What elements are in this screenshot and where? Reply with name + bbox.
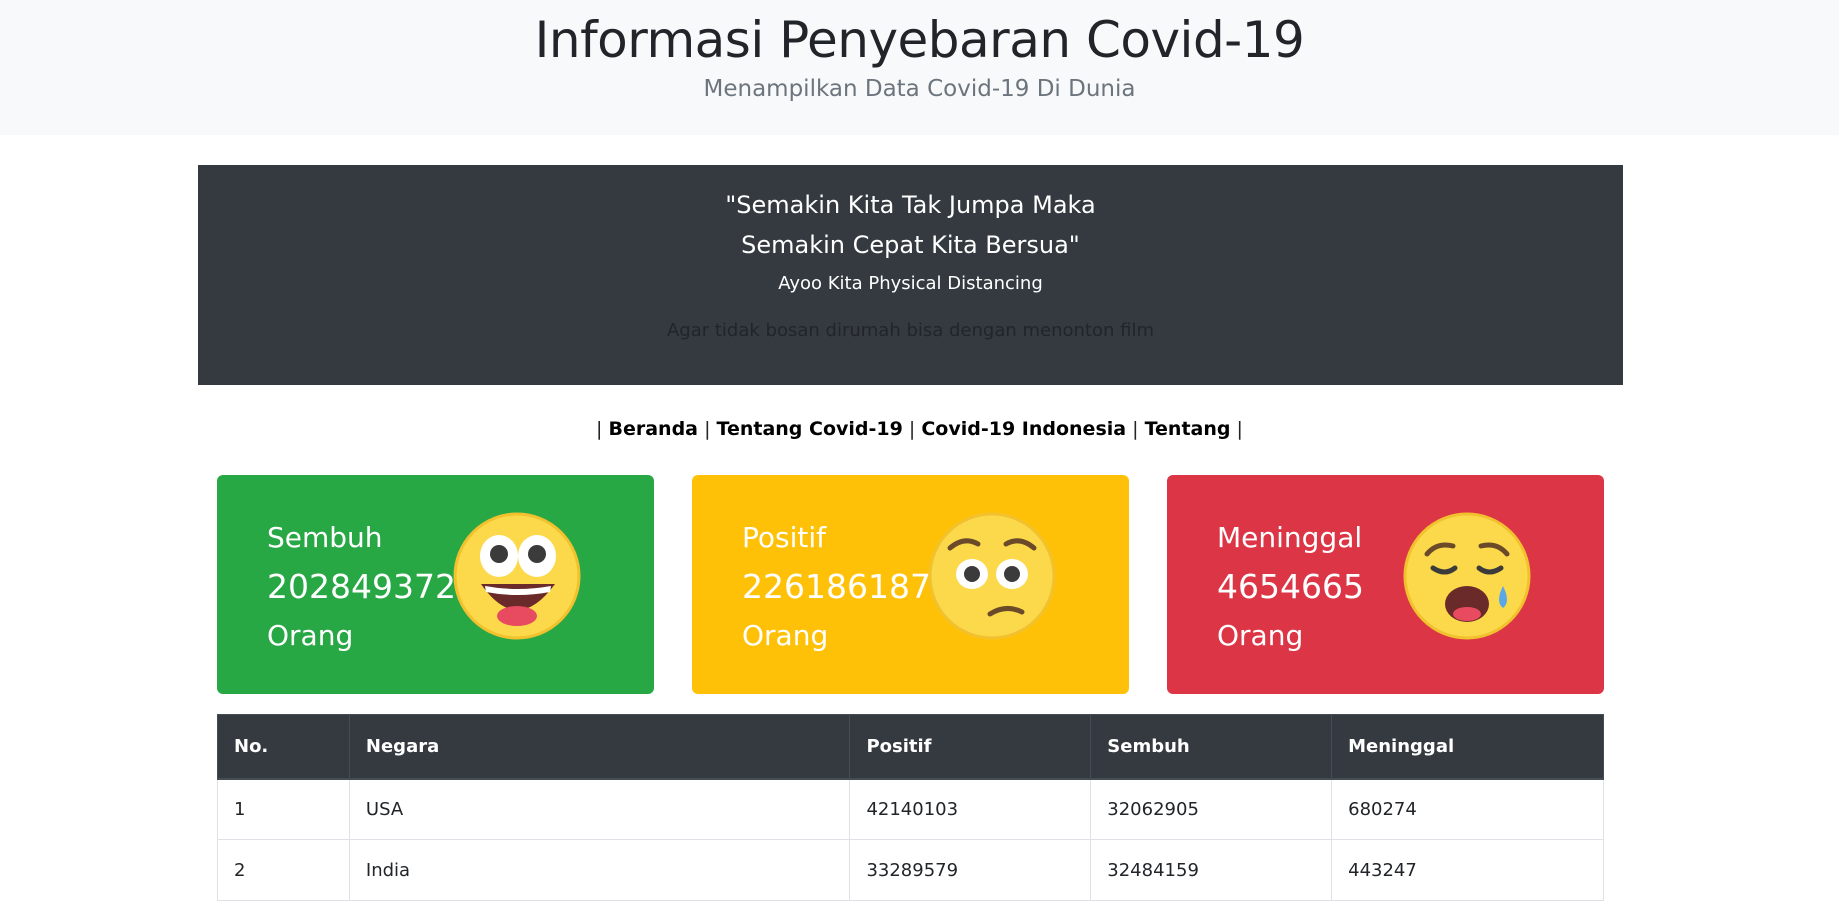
nav-separator: | [908,418,916,440]
cell-no: 1 [217,778,350,840]
table-row: 2 India 33289579 32484159 443247 [217,839,1604,901]
cell-positif: 33289579 [849,839,1092,901]
table-header-row: No. Negara Positif Sembuh Meninggal [217,714,1604,780]
crying-face-icon [1403,512,1531,640]
card-unit: Orang [1217,619,1304,652]
quote-line-1: "Semakin Kita Tak Jumpa Maka [725,191,1096,219]
card-sembuh: Sembuh 202849372 Orang [217,475,654,694]
cell-no: 2 [217,839,350,901]
nav-separator: | [1236,418,1243,440]
card-label: Meninggal [1217,521,1363,554]
card-label: Positif [742,521,826,554]
cell-negara: USA [348,778,851,840]
card-value: 4654665 [1217,567,1364,606]
header-meninggal[interactable]: Meninggal [1331,714,1604,780]
nav-link-covid-indonesia[interactable]: Covid-19 Indonesia [921,418,1126,440]
header-sembuh[interactable]: Sembuh [1090,714,1333,780]
country-table: No. Negara Positif Sembuh Meninggal 1 US… [217,714,1604,901]
page-title: Informasi Penyebaran Covid-19 [534,11,1305,69]
main-nav: | Beranda | Tentang Covid-19 | Covid-19 … [0,418,1839,440]
header-no[interactable]: No. [217,714,350,780]
nav-separator: | [1132,418,1139,440]
card-label: Sembuh [267,521,383,554]
card-unit: Orang [742,619,829,652]
page-subtitle: Menampilkan Data Covid-19 Di Dunia [703,76,1136,102]
worried-face-icon [928,512,1056,640]
nav-link-beranda[interactable]: Beranda [609,418,699,440]
card-positif: Positif 226186187 Orang [692,475,1129,694]
table-row: 1 USA 42140103 32062905 680274 [217,778,1604,840]
card-meninggal: Meninggal 4654665 Orang [1167,475,1604,694]
cell-sembuh: 32062905 [1090,778,1333,840]
card-value: 226186187 [742,567,931,606]
quote-subtext: Ayoo Kita Physical Distancing [778,273,1043,294]
cell-meninggal: 443247 [1331,839,1604,901]
stats-cards: Sembuh 202849372 Orang Positif 226186187… [217,475,1604,694]
page-header: Informasi Penyebaran Covid-19 Menampilka… [0,0,1839,135]
cell-positif: 42140103 [849,778,1092,840]
nav-separator: | [704,418,711,440]
quote-banner: "Semakin Kita Tak Jumpa Maka Semakin Cep… [198,165,1623,385]
nav-separator: | [596,418,603,440]
card-unit: Orang [267,619,354,652]
quote-note: Agar tidak bosan dirumah bisa dengan men… [666,320,1155,341]
card-value: 202849372 [267,567,456,606]
grinning-face-icon [453,512,581,640]
nav-link-tentang-covid[interactable]: Tentang Covid-19 [717,418,903,440]
cell-sembuh: 32484159 [1090,839,1333,901]
quote-line-2: Semakin Cepat Kita Bersua" [741,231,1080,259]
nav-link-tentang[interactable]: Tentang [1145,418,1231,440]
header-positif[interactable]: Positif [849,714,1092,780]
cell-negara: India [348,839,851,901]
header-negara[interactable]: Negara [348,714,851,780]
cell-meninggal: 680274 [1331,778,1604,840]
